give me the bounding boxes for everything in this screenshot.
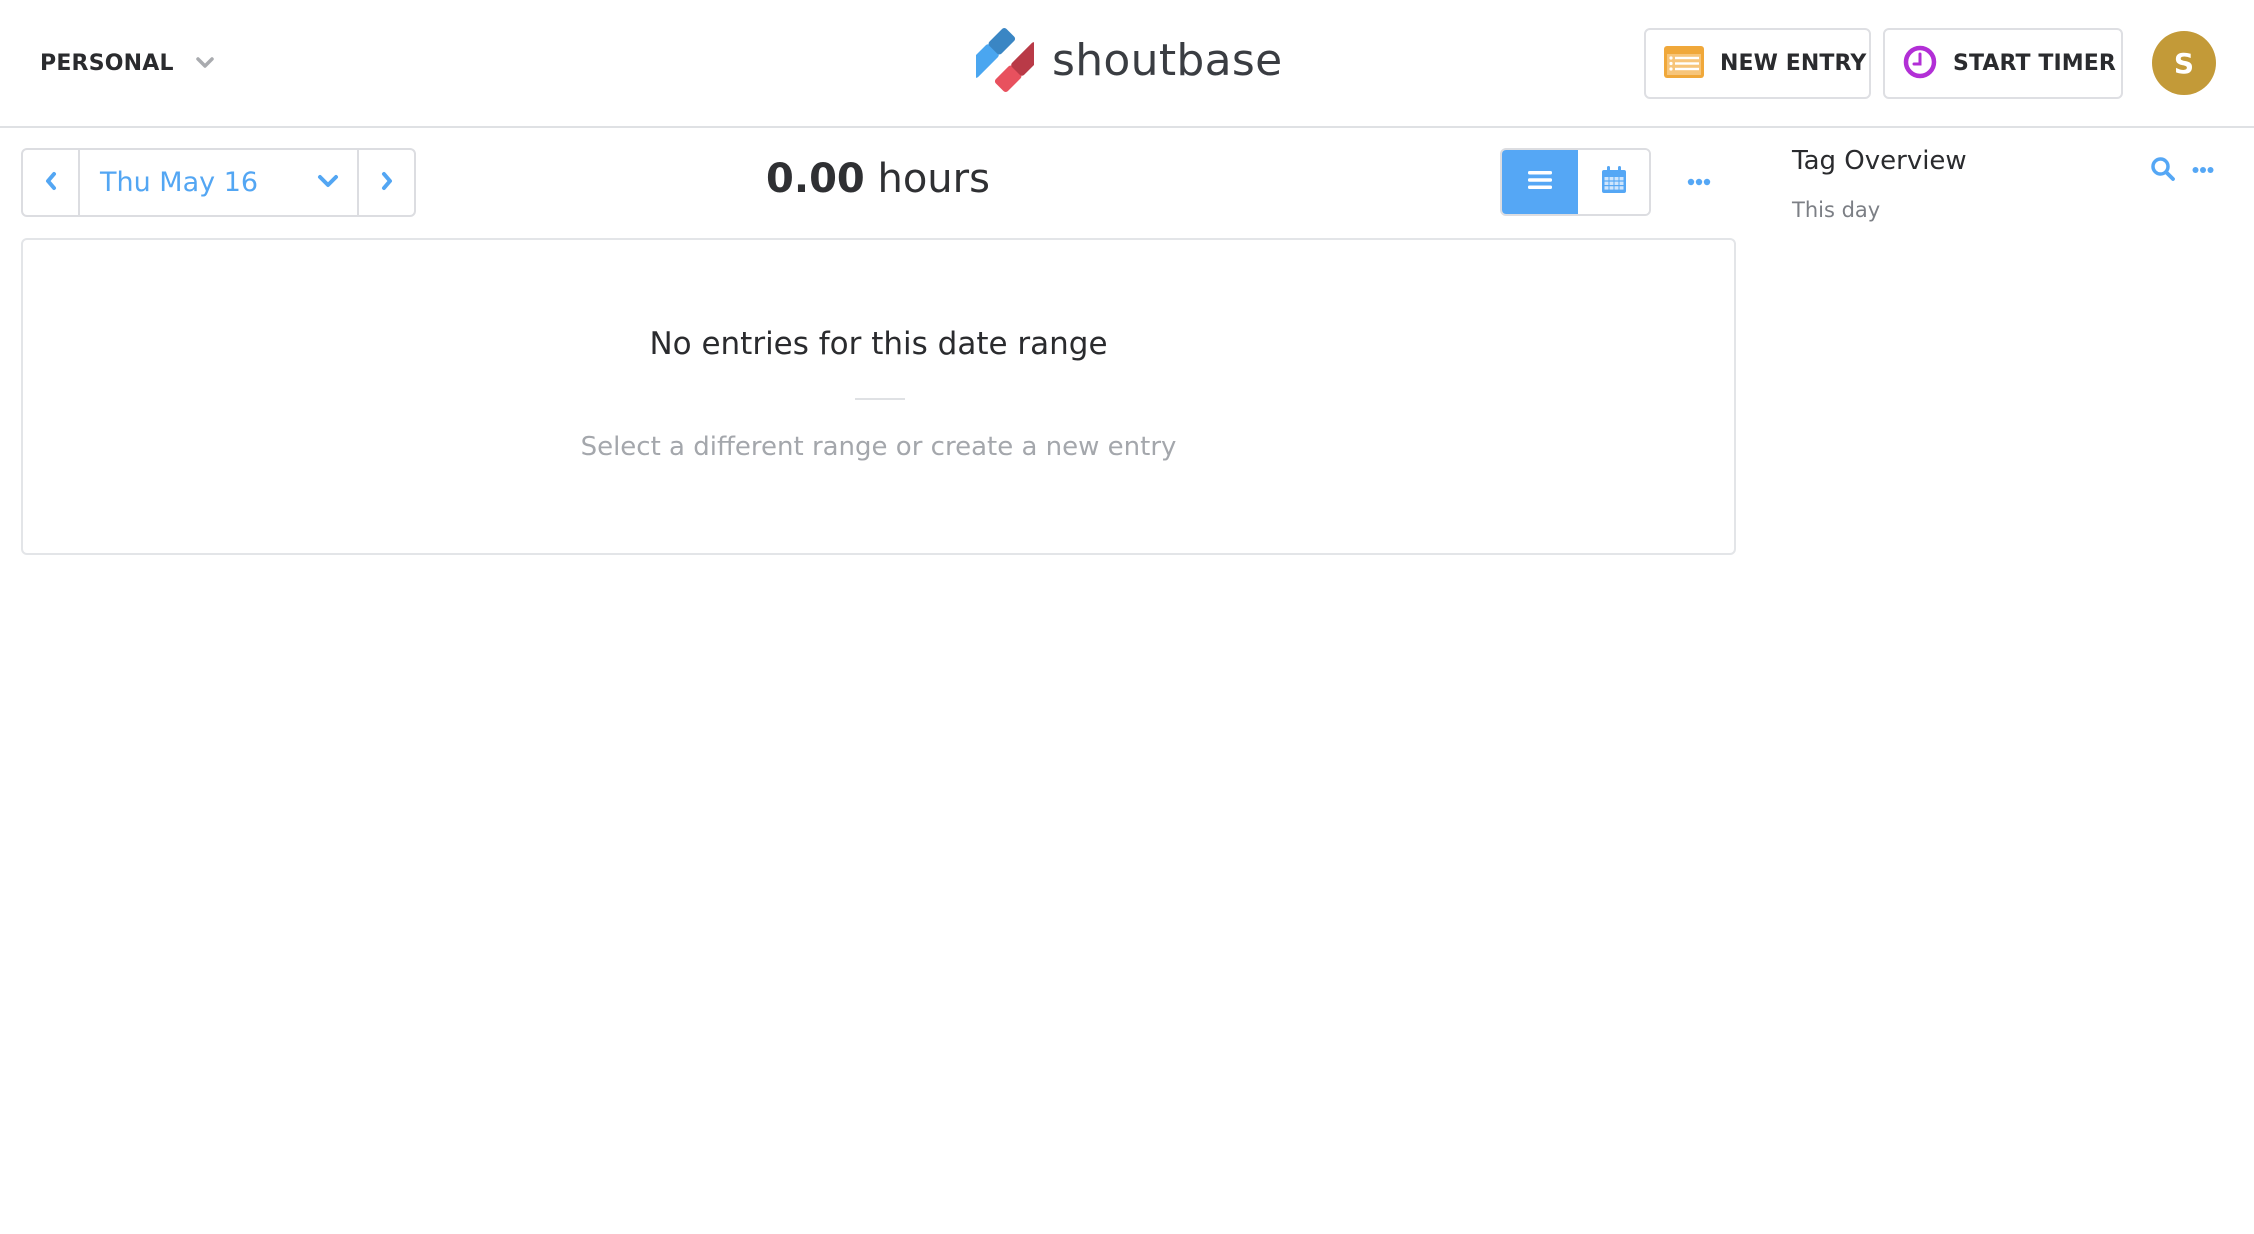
tag-overview-range: This day	[1792, 198, 1881, 222]
brand-logo[interactable]: shoutbase	[965, 18, 1283, 102]
selected-date: Thu May 16	[100, 167, 259, 198]
date-navigator: Thu May 16	[21, 148, 416, 217]
calendar-view-button[interactable]	[1578, 150, 1649, 214]
total-hours-value: 0.00	[766, 156, 865, 202]
workspace-label: PERSONAL	[40, 50, 174, 76]
next-day-button[interactable]	[357, 150, 414, 215]
chevron-down-icon	[194, 52, 216, 74]
chevron-left-icon	[44, 171, 58, 195]
clock-icon	[1903, 45, 1937, 83]
new-entry-label: NEW ENTRY	[1720, 51, 1867, 76]
ellipsis-icon	[2192, 159, 2214, 178]
ellipsis-icon	[1687, 171, 1711, 190]
search-icon	[2150, 157, 2176, 186]
user-avatar[interactable]: S	[2152, 31, 2216, 95]
tag-search-button[interactable]	[2150, 156, 2178, 184]
entries-more-button[interactable]	[1684, 168, 1714, 192]
tag-overview-panel: Tag Overview This day	[1792, 146, 2222, 222]
shoutbase-logo-icon	[965, 18, 1045, 102]
date-picker-dropdown[interactable]: Thu May 16	[80, 150, 357, 215]
workspace-switcher[interactable]: PERSONAL	[40, 46, 216, 80]
entries-card: No entries for this date range Select a …	[21, 238, 1736, 555]
start-timer-label: START TIMER	[1953, 51, 2116, 76]
start-timer-button[interactable]: START TIMER	[1883, 28, 2123, 99]
brand-name: shoutbase	[1052, 34, 1283, 86]
new-entry-button[interactable]: NEW ENTRY	[1644, 28, 1871, 99]
previous-day-button[interactable]	[23, 150, 80, 215]
tag-more-button[interactable]	[2192, 160, 2216, 176]
empty-state-subtitle: Select a different range or create a new…	[580, 432, 1177, 462]
empty-state-divider	[855, 398, 905, 400]
chevron-down-icon	[317, 173, 339, 192]
total-hours-unit: hours	[877, 156, 990, 202]
chevron-right-icon	[380, 171, 394, 195]
total-hours: 0.00 hours	[640, 156, 1116, 202]
list-icon	[1528, 170, 1552, 194]
empty-state-title: No entries for this date range	[649, 326, 1108, 362]
view-toggle	[1500, 148, 1651, 216]
list-view-button[interactable]	[1502, 150, 1578, 214]
app-header: PERSONAL shoutbase NEW ENTRY START TIMER…	[0, 0, 2254, 128]
entry-list-icon	[1664, 45, 1704, 82]
calendar-icon	[1601, 166, 1627, 198]
